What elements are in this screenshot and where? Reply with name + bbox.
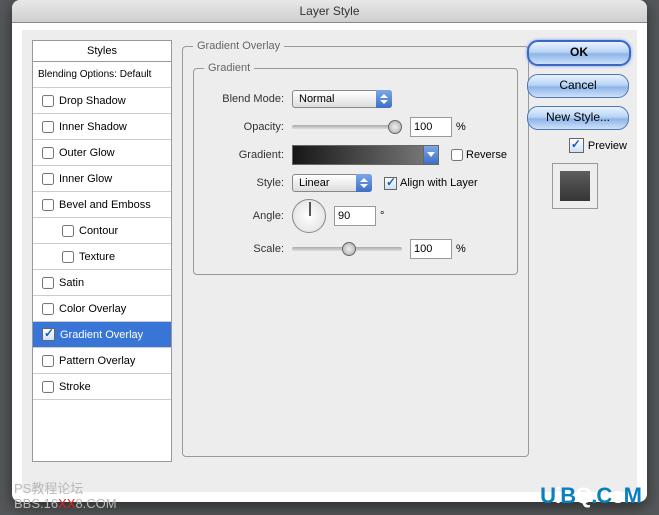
site-logo: UiBQ.CoM (540, 483, 641, 509)
group-title: Gradient (204, 62, 254, 74)
preview-label: Preview (588, 140, 627, 152)
new-style-button[interactable]: New Style... (527, 106, 629, 130)
reverse-checkbox[interactable] (451, 149, 463, 161)
check-satin[interactable] (42, 277, 54, 289)
opacity-slider[interactable] (292, 125, 402, 129)
blend-mode-select[interactable]: Normal (292, 90, 392, 108)
style-select[interactable]: Linear (292, 174, 372, 192)
blending-options[interactable]: Blending Options: Default (33, 62, 171, 88)
watermark: PS教程论坛 BBS.16XX8.COM (14, 481, 117, 511)
ok-button[interactable]: OK (527, 40, 631, 66)
gradient-group: Gradient Blend Mode: Normal Opacity: % G… (193, 62, 518, 275)
align-label: Align with Layer (400, 177, 478, 189)
opacity-label: Opacity: (204, 121, 284, 133)
cancel-button[interactable]: Cancel (527, 74, 629, 98)
check-contour[interactable] (62, 225, 74, 237)
check-drop-shadow[interactable] (42, 95, 54, 107)
scale-field[interactable] (410, 239, 452, 259)
style-pattern-overlay[interactable]: Pattern Overlay (33, 348, 171, 374)
check-bevel-emboss[interactable] (42, 199, 54, 211)
check-inner-shadow[interactable] (42, 121, 54, 133)
dialog-title: Layer Style (12, 0, 647, 23)
scale-label: Scale: (204, 243, 284, 255)
styles-list: Styles Blending Options: Default Drop Sh… (32, 40, 172, 462)
gradient-dropdown-icon[interactable] (424, 145, 439, 165)
align-checkbox[interactable] (384, 177, 397, 190)
check-gradient-overlay[interactable] (42, 328, 55, 341)
reverse-label: Reverse (466, 149, 507, 161)
style-drop-shadow[interactable]: Drop Shadow (33, 88, 171, 114)
check-pattern-overlay[interactable] (42, 355, 54, 367)
style-satin[interactable]: Satin (33, 270, 171, 296)
preview-swatch (552, 163, 598, 209)
style-inner-glow[interactable]: Inner Glow (33, 166, 171, 192)
style-contour[interactable]: Contour (33, 218, 171, 244)
preview-checkbox[interactable] (569, 138, 584, 153)
gradient-overlay-section: Gradient Overlay Gradient Blend Mode: No… (182, 40, 529, 457)
gradient-swatch[interactable] (292, 145, 424, 165)
angle-field[interactable] (334, 206, 376, 226)
angle-dial[interactable] (292, 199, 326, 233)
style-label: Style: (204, 177, 284, 189)
style-gradient-overlay[interactable]: Gradient Overlay (33, 322, 171, 348)
style-bevel-emboss[interactable]: Bevel and Emboss (33, 192, 171, 218)
scale-slider[interactable] (292, 247, 402, 251)
style-outer-glow[interactable]: Outer Glow (33, 140, 171, 166)
gradient-label: Gradient: (204, 149, 284, 161)
section-title: Gradient Overlay (193, 40, 284, 52)
percent-unit: % (456, 121, 466, 133)
angle-label: Angle: (204, 210, 284, 222)
check-inner-glow[interactable] (42, 173, 54, 185)
opacity-field[interactable] (410, 117, 452, 137)
check-outer-glow[interactable] (42, 147, 54, 159)
degree-unit: ° (380, 210, 384, 222)
style-stroke[interactable]: Stroke (33, 374, 171, 400)
style-inner-shadow[interactable]: Inner Shadow (33, 114, 171, 140)
check-color-overlay[interactable] (42, 303, 54, 315)
check-texture[interactable] (62, 251, 74, 263)
style-texture[interactable]: Texture (33, 244, 171, 270)
percent-unit-2: % (456, 243, 466, 255)
check-stroke[interactable] (42, 381, 54, 393)
blend-mode-label: Blend Mode: (204, 93, 284, 105)
styles-header[interactable]: Styles (33, 41, 171, 62)
style-color-overlay[interactable]: Color Overlay (33, 296, 171, 322)
